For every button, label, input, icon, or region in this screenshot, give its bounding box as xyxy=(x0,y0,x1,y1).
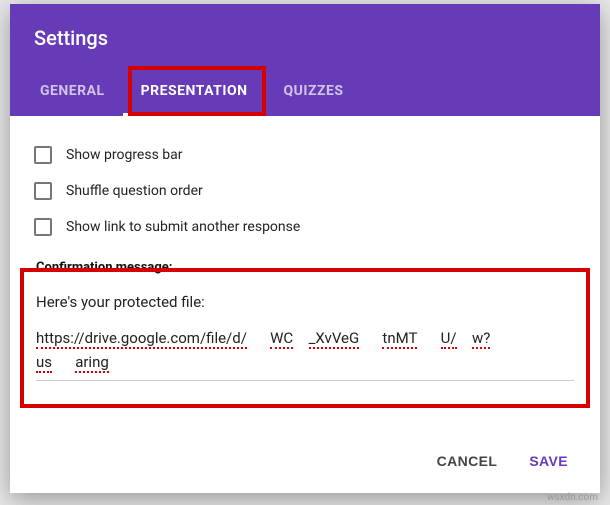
confirmation-url: https://drive.google.com/file/d/ WC _XvV… xyxy=(36,326,574,374)
confirmation-label: Confirmation message: xyxy=(36,260,574,275)
option-label: Show progress bar xyxy=(66,147,183,163)
tab-quizzes[interactable]: QUIZZES xyxy=(265,69,361,116)
modal-title: Settings xyxy=(10,4,600,68)
save-button[interactable]: SAVE xyxy=(517,445,580,477)
checkbox-icon[interactable] xyxy=(34,182,52,200)
cancel-button[interactable]: CANCEL xyxy=(425,445,510,477)
option-label: Shuffle question order xyxy=(66,183,203,199)
tab-presentation[interactable]: PRESENTATION xyxy=(123,69,266,116)
checkbox-icon[interactable] xyxy=(34,146,52,164)
option-show-link[interactable]: Show link to submit another response xyxy=(34,218,576,236)
watermark: wsxdn.com xyxy=(547,492,598,503)
tab-general[interactable]: GENERAL xyxy=(22,69,123,116)
option-show-progress[interactable]: Show progress bar xyxy=(34,146,576,164)
option-shuffle[interactable]: Shuffle question order xyxy=(34,182,576,200)
confirmation-section: Confirmation message: Here's your protec… xyxy=(34,254,576,385)
action-bar: CANCEL SAVE xyxy=(10,431,600,493)
modal-body: Show progress bar Shuffle question order… xyxy=(10,116,600,431)
confirmation-line1: Here's your protected file: xyxy=(36,289,574,316)
modal-header: Settings GENERAL PRESENTATION QUIZZES xyxy=(10,4,600,116)
confirmation-textarea[interactable]: Here's your protected file: https://driv… xyxy=(36,289,574,381)
checkbox-icon[interactable] xyxy=(34,218,52,236)
option-label: Show link to submit another response xyxy=(66,219,300,235)
settings-modal: Settings GENERAL PRESENTATION QUIZZES Sh… xyxy=(10,4,600,493)
tabs-bar: GENERAL PRESENTATION QUIZZES xyxy=(10,68,600,116)
